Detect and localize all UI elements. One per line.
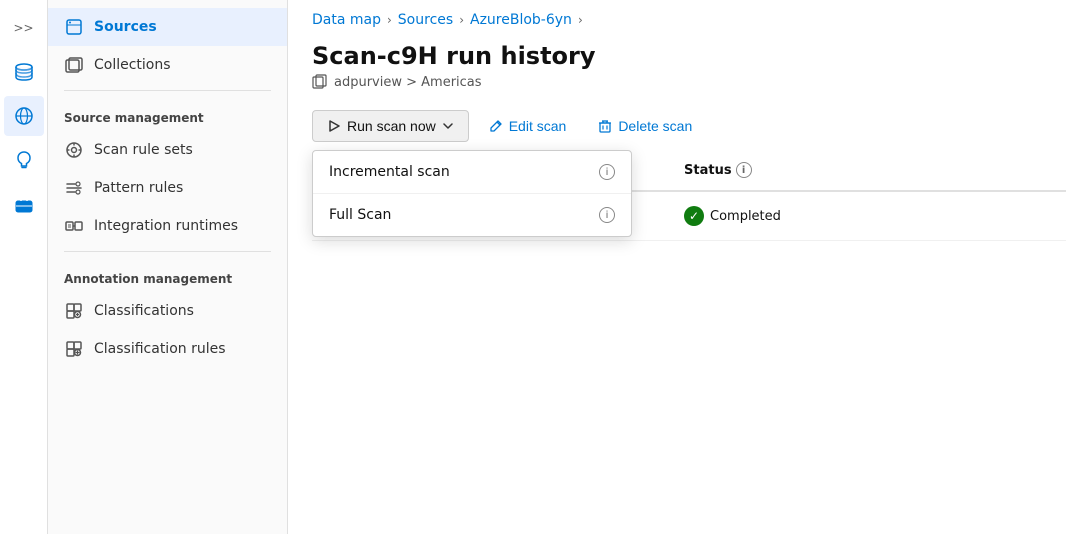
annotation-management-header: Annotation management	[48, 258, 287, 292]
edit-scan-button[interactable]: Edit scan	[477, 111, 579, 141]
insights-nav-icon[interactable]	[4, 140, 44, 180]
run-scan-label: Run scan now	[347, 118, 436, 134]
page-header: Scan-c9H run history adpurview > America…	[288, 34, 1090, 102]
status-text: Completed	[710, 209, 781, 224]
breadcrumb-sep-1: ›	[387, 13, 392, 27]
run-scan-now-button[interactable]: Run scan now	[312, 110, 469, 142]
play-icon	[327, 119, 341, 133]
sidebar-item-sources[interactable]: Sources	[48, 8, 287, 46]
toolbar: Run scan now Edit scan Delete scan	[288, 102, 1090, 150]
cell-status: ✓ Completed	[672, 202, 872, 230]
status-info-icon[interactable]: i	[736, 162, 752, 178]
map-icon	[13, 105, 35, 127]
breadcrumb-data-map[interactable]: Data map	[312, 12, 381, 28]
expand-collapse-button[interactable]: >>	[4, 8, 44, 48]
sources-icon	[64, 17, 84, 37]
incremental-scan-option[interactable]: Incremental scan i	[313, 151, 631, 193]
breadcrumb-sep-2: ›	[459, 13, 464, 27]
sidebar-divider-1	[64, 90, 271, 91]
integration-runtimes-icon	[64, 216, 84, 236]
delete-scan-label: Delete scan	[618, 118, 692, 134]
run-scan-dropdown: Incremental scan i Full Scan i	[312, 150, 632, 237]
collections-icon	[64, 55, 84, 75]
main-content: Data map › Sources › AzureBlob-6yn › Sca…	[288, 0, 1090, 534]
breadcrumb-sep-3: ›	[578, 13, 583, 27]
col-header-status: Status i	[672, 158, 872, 182]
sidebar-item-scan-rule-sets[interactable]: Scan rule sets	[48, 131, 287, 169]
pattern-rules-label: Pattern rules	[94, 180, 183, 196]
scan-rule-sets-icon	[64, 140, 84, 160]
full-scan-label: Full Scan	[329, 207, 391, 223]
edit-icon	[489, 119, 503, 133]
incremental-scan-label: Incremental scan	[329, 164, 450, 180]
sidebar-item-integration-runtimes[interactable]: Integration runtimes	[48, 207, 287, 245]
source-management-header: Source management	[48, 97, 287, 131]
chevron-down-icon	[442, 120, 454, 132]
classification-rules-label: Classification rules	[94, 341, 226, 357]
full-scan-info-icon[interactable]: i	[599, 207, 615, 223]
data-map-nav-icon[interactable]	[4, 96, 44, 136]
page-subtitle: adpurview > Americas	[312, 74, 1066, 90]
classifications-icon	[64, 301, 84, 321]
full-scan-option[interactable]: Full Scan i	[313, 193, 631, 236]
delete-scan-button[interactable]: Delete scan	[586, 111, 704, 141]
sidebar-item-classification-rules[interactable]: Classification rules	[48, 330, 287, 368]
edit-scan-label: Edit scan	[509, 118, 567, 134]
briefcase-icon	[13, 193, 35, 215]
pattern-rules-icon	[64, 178, 84, 198]
icon-rail: >>	[0, 0, 48, 534]
breadcrumb-sources[interactable]: Sources	[398, 12, 453, 28]
sidebar-sources-label: Sources	[94, 19, 157, 35]
sidebar-divider-2	[64, 251, 271, 252]
incremental-scan-info-icon[interactable]: i	[599, 164, 615, 180]
integration-runtimes-label: Integration runtimes	[94, 218, 238, 234]
page-subtitle-text: adpurview > Americas	[334, 75, 482, 90]
scan-rule-sets-label: Scan rule sets	[94, 142, 193, 158]
sidebar-item-classifications[interactable]: Classifications	[48, 292, 287, 330]
sidebar-item-collections[interactable]: Collections	[48, 46, 287, 84]
breadcrumb-azureblob[interactable]: AzureBlob-6yn	[470, 12, 572, 28]
lightbulb-icon	[13, 149, 35, 171]
expand-icon: >>	[13, 21, 33, 35]
sidebar-item-pattern-rules[interactable]: Pattern rules	[48, 169, 287, 207]
delete-icon	[598, 119, 612, 133]
breadcrumb: Data map › Sources › AzureBlob-6yn ›	[288, 0, 1090, 34]
collection-icon	[312, 74, 328, 90]
data-catalog-nav-icon[interactable]	[4, 52, 44, 92]
completed-check-icon: ✓	[684, 206, 704, 226]
status-badge: ✓ Completed	[684, 206, 860, 226]
sidebar-collections-label: Collections	[94, 57, 171, 73]
classification-rules-icon	[64, 339, 84, 359]
tools-nav-icon[interactable]	[4, 184, 44, 224]
page-title: Scan-c9H run history	[312, 42, 1066, 70]
database-icon	[13, 61, 35, 83]
classifications-label: Classifications	[94, 303, 194, 319]
status-col-label: Status	[684, 163, 732, 178]
sidebar: Sources Collections Source management Sc…	[48, 0, 288, 534]
